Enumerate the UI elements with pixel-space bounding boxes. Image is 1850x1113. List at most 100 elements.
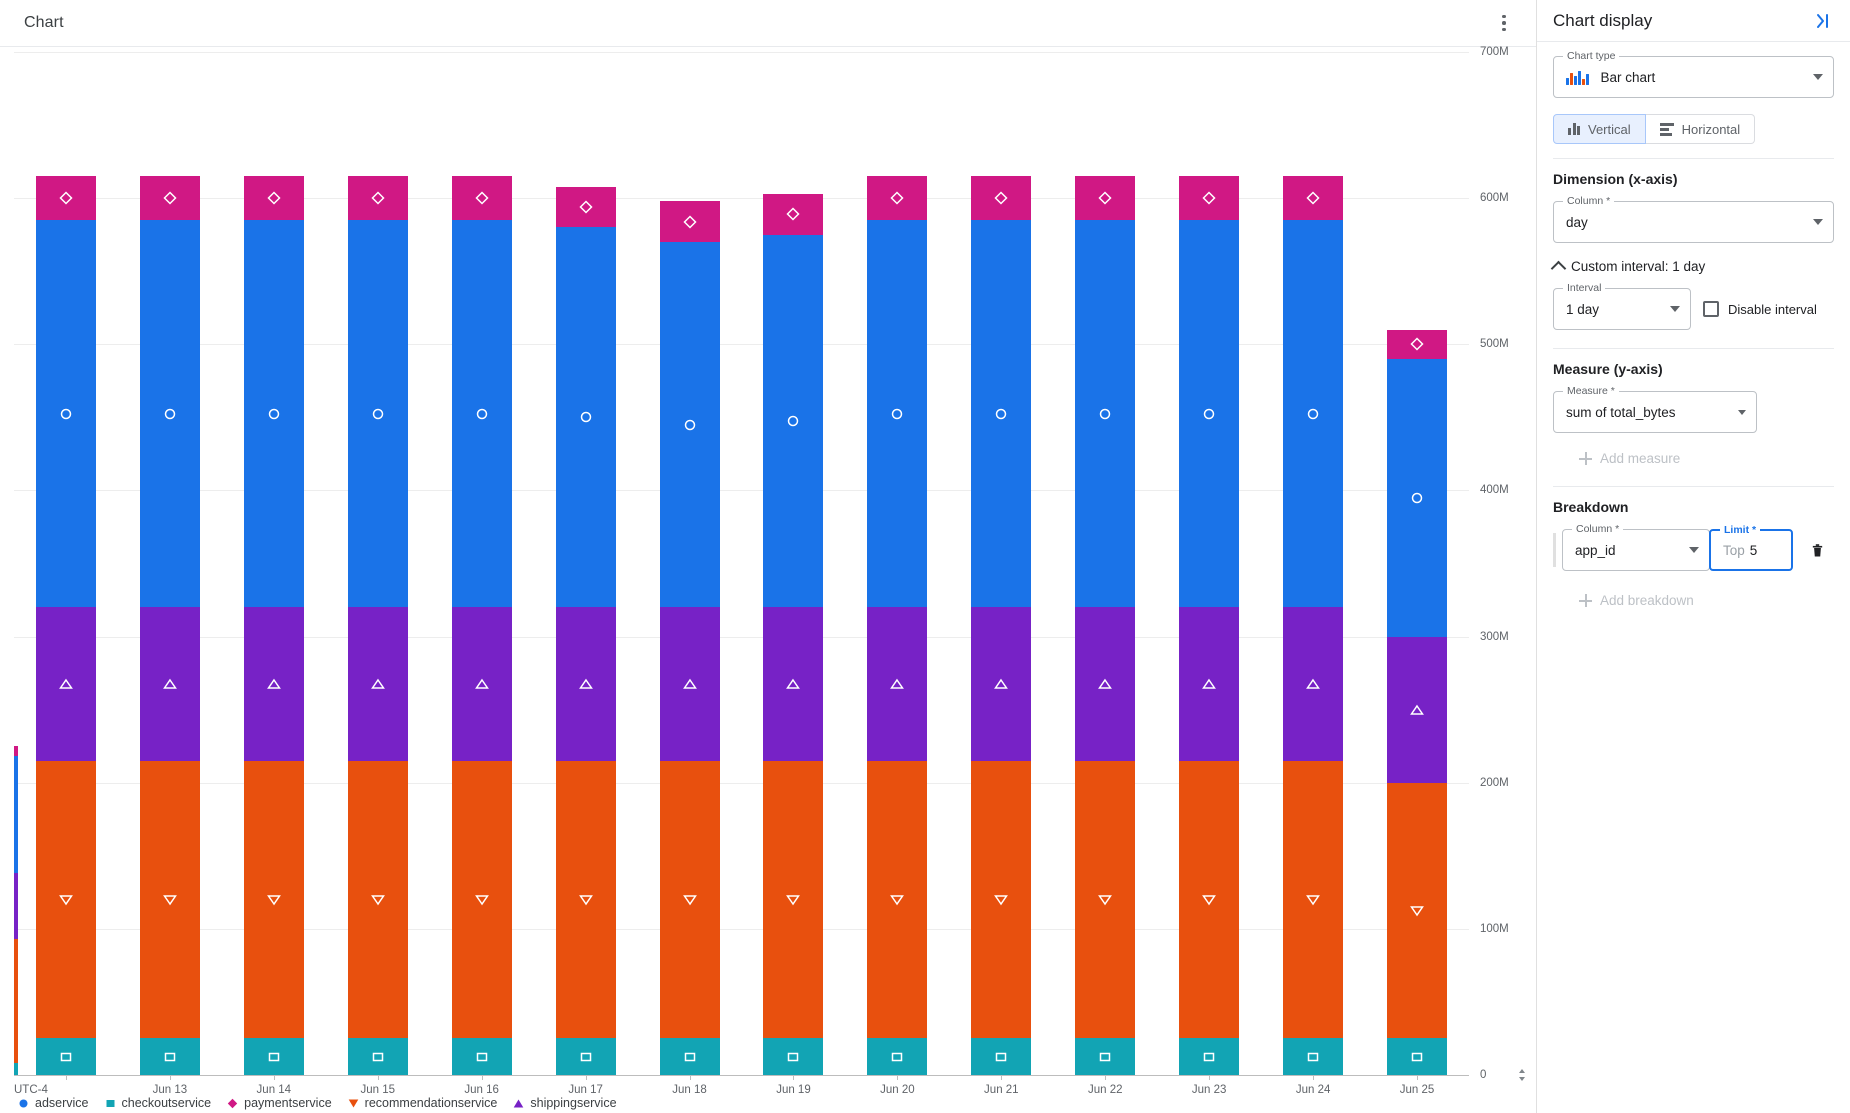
circle-icon	[1306, 407, 1320, 421]
orientation-horizontal-button[interactable]: Horizontal	[1645, 114, 1756, 144]
bar[interactable]	[451, 176, 512, 1075]
diamond-icon	[1202, 191, 1216, 205]
bar[interactable]	[867, 176, 928, 1075]
legend-item-recommendationservice[interactable]: recommendationservice	[348, 1096, 497, 1110]
custom-interval-accordion[interactable]: Custom interval: 1 day	[1550, 259, 1834, 277]
x-axis-tick-mark	[481, 1075, 483, 1080]
legend-item-shippingservice[interactable]: shippingservice	[513, 1096, 617, 1110]
diamond-icon	[371, 191, 385, 205]
vertical-scroll-icon[interactable]	[1514, 1067, 1530, 1083]
add-measure-button[interactable]: Add measure	[1553, 441, 1834, 476]
square-icon	[163, 1050, 177, 1064]
circle-icon	[890, 407, 904, 421]
triangle-up-icon	[994, 677, 1009, 691]
bar-segment-checkoutservice	[1179, 1038, 1240, 1075]
breakdown-section-title: Breakdown	[1553, 499, 1629, 515]
dimension-column-select[interactable]: Column * day	[1553, 195, 1834, 243]
triangle-down-icon	[162, 893, 177, 907]
x-axis-tick-mark	[65, 1075, 67, 1080]
bar[interactable]	[139, 176, 200, 1075]
bar[interactable]	[1179, 176, 1240, 1075]
kebab-menu-icon[interactable]	[1490, 9, 1518, 37]
bar-chart-icon	[1566, 69, 1589, 85]
disable-interval-checkbox[interactable]: Disable interval	[1703, 301, 1817, 317]
bar-segment-paymentservice	[971, 176, 1032, 221]
bar-segment-shippingservice	[763, 607, 824, 761]
triangle-up-icon	[1202, 677, 1217, 691]
bar[interactable]	[35, 176, 96, 1075]
bar-segment-paymentservice	[347, 176, 408, 221]
divider	[1553, 486, 1834, 487]
vertical-bars-icon	[1568, 123, 1580, 135]
chart-type-select[interactable]: Chart type Bar chart	[1553, 50, 1834, 98]
triangle-down-icon	[994, 893, 1009, 907]
bar[interactable]	[1075, 176, 1136, 1075]
x-axis-tick-label: Jun 23	[1191, 1084, 1227, 1096]
bar[interactable]	[243, 176, 304, 1075]
bar-segment-adservice	[139, 220, 200, 608]
circle-icon	[163, 407, 177, 421]
divider	[1553, 348, 1834, 349]
square-icon	[1202, 1050, 1216, 1064]
circle-icon	[59, 407, 73, 421]
circle-icon	[1098, 407, 1112, 421]
x-axis-tick-mark	[377, 1075, 379, 1080]
trash-icon[interactable]	[1807, 540, 1827, 560]
bar[interactable]	[971, 176, 1032, 1075]
bar-segment-paymentservice	[139, 176, 200, 221]
legend-item-checkoutservice[interactable]: checkoutservice	[105, 1096, 212, 1110]
orientation-vertical-button[interactable]: Vertical	[1553, 114, 1646, 144]
triangle-down-icon	[890, 893, 905, 907]
circle-icon	[1410, 491, 1424, 505]
add-breakdown-button[interactable]: Add breakdown	[1553, 583, 1834, 618]
triangle-up-icon	[682, 677, 697, 691]
bar-segment-shippingservice	[139, 607, 200, 761]
circle-icon	[579, 410, 593, 424]
triangle-down-icon	[578, 893, 593, 907]
bar-segment-recommendationservice	[1387, 782, 1448, 1039]
bar-segment-adservice	[347, 220, 408, 608]
bar[interactable]	[659, 201, 720, 1075]
triangle-down-icon	[1410, 904, 1424, 918]
chevron-down-icon	[1813, 219, 1823, 225]
interval-select[interactable]: Interval 1 day	[1553, 282, 1691, 330]
bar[interactable]	[763, 193, 824, 1075]
triangle-up-icon	[513, 1098, 524, 1109]
x-axis-tick-label: Jun 17	[568, 1084, 603, 1096]
breakdown-column-select[interactable]: Column * app_id	[1562, 523, 1710, 571]
breakdown-drag-handle[interactable]	[1553, 533, 1556, 567]
collapse-panel-icon[interactable]	[1810, 8, 1836, 34]
bar-segment-adservice	[35, 220, 96, 608]
bar-segment-paymentservice	[1283, 176, 1344, 221]
circle-icon	[475, 407, 489, 421]
measure-select[interactable]: Measure * sum of total_bytes	[1553, 385, 1757, 433]
diamond-icon	[1410, 337, 1424, 351]
breakdown-limit-input[interactable]: Limit * Top 5	[1709, 524, 1793, 571]
bar-segment-checkoutservice	[347, 1038, 408, 1075]
legend-item-paymentservice[interactable]: paymentservice	[227, 1096, 332, 1110]
bar[interactable]	[347, 176, 408, 1075]
x-axis-tick-label: Jun 20	[880, 1084, 915, 1096]
legend-item-label: shippingservice	[530, 1096, 617, 1110]
bar[interactable]	[1387, 329, 1448, 1075]
triangle-down-icon	[266, 893, 281, 907]
chevron-up-icon	[1550, 260, 1567, 277]
bar-segment-recommendationservice	[243, 760, 304, 1039]
bar-segment-recommendationservice	[451, 760, 512, 1039]
bar-partial[interactable]	[14, 746, 18, 1075]
legend-item-adservice[interactable]: adservice	[18, 1096, 89, 1110]
add-breakdown-label: Add breakdown	[1600, 593, 1694, 608]
bar-segment-recommendationservice	[139, 760, 200, 1039]
interval-value: 1 day	[1566, 301, 1600, 317]
bar[interactable]	[1283, 176, 1344, 1075]
bar-segment-adservice	[867, 220, 928, 608]
disable-interval-label: Disable interval	[1728, 301, 1817, 317]
x-axis-tick-mark	[169, 1075, 171, 1080]
bar-segment-checkoutservice	[555, 1038, 616, 1075]
diamond-icon	[1098, 191, 1112, 205]
legend-item-label: checkoutservice	[121, 1096, 212, 1110]
y-axis-tick-label: 600M	[1480, 192, 1509, 205]
bar-segment-paymentservice	[763, 193, 824, 235]
x-axis-tick-label: Jun 14	[256, 1084, 292, 1096]
bar[interactable]	[555, 186, 616, 1075]
